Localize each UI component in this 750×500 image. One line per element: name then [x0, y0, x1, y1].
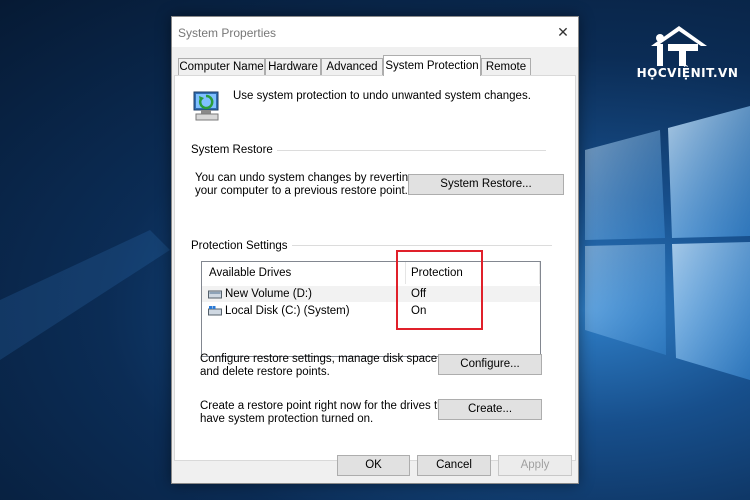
ok-button[interactable]: OK	[337, 455, 410, 476]
drives-list-header: Available Drives Protection	[202, 262, 540, 284]
system-drive-icon	[208, 306, 222, 316]
drive-protection-status: On	[411, 305, 427, 317]
drive-protection-status: Off	[411, 288, 427, 300]
system-protection-icon	[193, 91, 219, 121]
configure-button-label: Configure...	[460, 358, 520, 370]
tab-advanced[interactable]: Advanced	[321, 58, 383, 75]
tab-computer-name[interactable]: Computer Name	[178, 58, 265, 75]
cancel-button-label: Cancel	[436, 459, 472, 471]
configure-description: Configure restore settings, manage disk …	[200, 353, 440, 379]
apply-button: Apply	[498, 455, 572, 476]
header-description: Use system protection to undo unwanted s…	[233, 90, 531, 102]
drive-name: New Volume (D:)	[225, 288, 312, 300]
drive-row-c[interactable]: Local Disk (C:) (System) On	[202, 303, 540, 319]
tab-hardware[interactable]: Hardware	[265, 58, 321, 75]
system-restore-button[interactable]: System Restore...	[408, 174, 564, 195]
protection-settings-group-title: Protection Settings	[191, 240, 292, 252]
ok-button-label: OK	[365, 459, 382, 471]
column-available-drives[interactable]: Available Drives	[209, 267, 291, 279]
tab-remote[interactable]: Remote	[481, 58, 531, 75]
title-bar[interactable]: System Properties ✕	[172, 17, 578, 47]
system-properties-dialog: System Properties ✕ Computer Name Hardwa…	[171, 16, 579, 484]
create-description: Create a restore point right now for the…	[200, 400, 453, 426]
system-restore-desc-line1: You can undo system changes by reverting	[195, 172, 415, 184]
create-button-label: Create...	[467, 403, 513, 415]
create-desc-line1: Create a restore point right now for the…	[200, 400, 454, 412]
drive-icon	[208, 290, 222, 299]
apply-button-label: Apply	[520, 459, 550, 471]
system-restore-group-title: System Restore	[191, 144, 277, 156]
column-separator[interactable]	[405, 262, 406, 284]
system-restore-desc-line2: your computer to a previous restore poin…	[195, 185, 408, 197]
tab-system-protection[interactable]: System Protection	[383, 55, 481, 76]
close-button[interactable]: ✕	[548, 17, 578, 47]
system-restore-description: You can undo system changes by reverting…	[195, 172, 415, 198]
brand-logo-text: HỌCVIỆNIT.VN	[636, 66, 739, 80]
column-separator[interactable]	[539, 262, 540, 284]
column-protection[interactable]: Protection	[411, 267, 463, 279]
configure-desc-line2: and delete restore points.	[200, 366, 330, 378]
create-desc-line2: have system protection turned on.	[200, 413, 374, 425]
drive-row-d[interactable]: New Volume (D:) Off	[202, 286, 540, 302]
brand-logo-icon	[651, 26, 707, 66]
drives-list[interactable]: Available Drives Protection New Volume (…	[201, 261, 541, 357]
window-title: System Properties	[178, 26, 277, 40]
system-restore-button-label: System Restore...	[440, 178, 532, 190]
configure-button[interactable]: Configure...	[438, 354, 542, 375]
create-button[interactable]: Create...	[438, 399, 542, 420]
drive-name: Local Disk (C:) (System)	[225, 305, 350, 317]
configure-desc-line1: Configure restore settings, manage disk …	[200, 353, 441, 365]
cancel-button[interactable]: Cancel	[417, 455, 491, 476]
